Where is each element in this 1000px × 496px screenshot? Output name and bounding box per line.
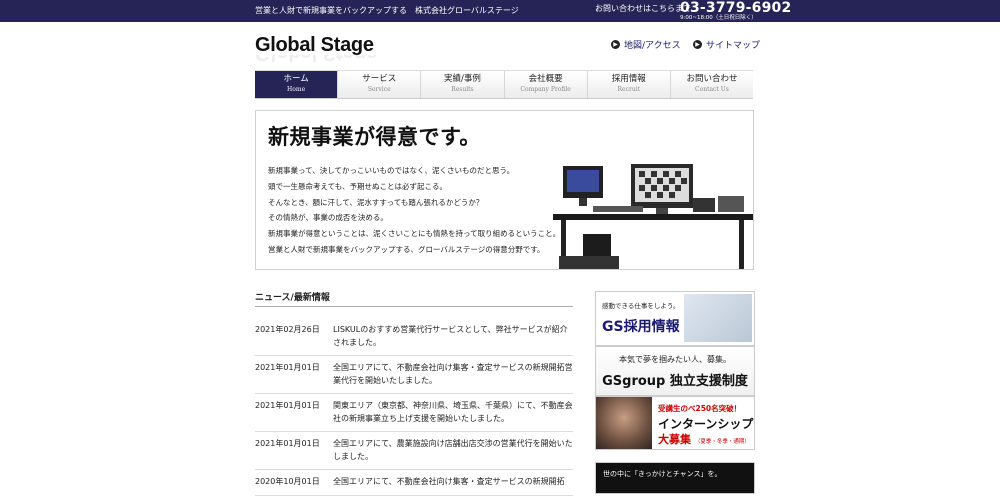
hero-line: 新規事業って、決してかっこいいものではなく、泥くさいものだと思う。	[268, 166, 515, 175]
news-text: 全国エリアにて、農業施設向け店舗出店交渉の営業代行を開始いたしました。	[333, 439, 573, 461]
intern-banner-title: インターンシップ	[658, 417, 754, 431]
nav-sublabel: Results	[451, 86, 474, 93]
person-photo	[596, 397, 652, 449]
news-item[interactable]: 2021年02月26日 LISKULのおすすめ営業代行サービスとして、弊社サービ…	[255, 318, 573, 356]
nav-sublabel: Home	[287, 86, 306, 93]
global-nav: ホーム Home サービス Service 実績/事例 Results 会社概要…	[255, 70, 753, 99]
intern-banner-recruit-label: 大募集	[658, 433, 691, 446]
intern-banner-recruit: 大募集 （夏季・冬季・通期）	[658, 431, 750, 447]
hero-line: 新規事業が得意ということは、泥くさいことにも情熱を持って取り組めるということ。	[268, 229, 561, 239]
news-date: 2021年01月01日	[255, 401, 320, 410]
recruit-banner-caption: 感動できる仕事をしよう。	[602, 302, 680, 310]
nav-label: ホーム	[283, 74, 309, 84]
nav-sublabel: Company Profile	[520, 86, 571, 93]
arrow-circle-icon: ▶	[693, 40, 702, 49]
header-tagline: 営業と人財で新規事業をバックアップする 株式会社グローバルステージ	[255, 6, 519, 15]
news-list: 2021年02月26日 LISKULのおすすめ営業代行サービスとして、弊社サービ…	[255, 318, 573, 496]
desk-computer-image	[553, 164, 753, 269]
hero-line: その情熱が、事業の成否を決める。	[268, 213, 388, 223]
hero-line: 営業と人財で新規事業をバックアップする、グローバルステージの得意分野です。	[268, 244, 545, 254]
nav-sublabel: Service	[367, 86, 391, 93]
news-date: 2020年10月01日	[255, 477, 320, 486]
news-text: 全国エリアにて、不動産会社向け集客・査定サービスの新規開拓営業代行を開始いたしま…	[333, 363, 573, 385]
nav-home[interactable]: ホーム Home	[255, 71, 339, 98]
nav-sublabel: Contact Us	[695, 86, 729, 93]
logo-reflection: Global Stage	[255, 55, 377, 63]
news-date: 2021年01月01日	[255, 363, 320, 372]
staff-group-photo	[684, 294, 752, 342]
hero-copy: 新規事業って、決してかっこいいものではなく、泥くさいものだと思う。 頭で一生懸命…	[268, 163, 560, 258]
recruit-banner-title: GS採用情報	[602, 319, 680, 335]
news-item[interactable]: 2021年01月01日 全国エリアにて、不動産会社向け集客・査定サービスの新規開…	[255, 356, 573, 394]
news-item[interactable]: 2021年01月01日 全国エリアにて、農業施設向け店舗出店交渉の営業代行を開始…	[255, 432, 573, 470]
arrow-circle-icon: ▶	[611, 40, 620, 49]
chance-banner[interactable]: 世の中に「きっかけとチャンス」を。	[595, 462, 755, 494]
news-text: 関東エリア（東京都、神奈川県、埼玉県、千葉県）にて、不動産会社の新規事業立ち上げ…	[333, 401, 573, 423]
nav-results[interactable]: 実績/事例 Results	[421, 71, 505, 98]
access-link-label: 地図/アクセス	[624, 41, 681, 51]
nav-sublabel: Recruit	[617, 86, 641, 93]
nav-contact[interactable]: お問い合わせ Contact Us	[671, 71, 753, 98]
nav-label: 実績/事例	[443, 74, 481, 84]
intern-banner-caption: 受講生のべ250名突破！	[658, 404, 742, 413]
nav-label: お問い合わせ	[686, 74, 738, 84]
hero-banner: 新規事業が得意です。 新規事業って、決してかっこいいものではなく、泥くさいものだ…	[255, 110, 754, 270]
support-banner-title: GSgroup 独立支援制度	[602, 374, 748, 389]
recruit-banner[interactable]: 感動できる仕事をしよう。 GS採用情報	[595, 291, 755, 346]
intern-banner-season: （夏季・冬季・通期）	[694, 439, 750, 445]
nav-service[interactable]: サービス Service	[338, 71, 422, 98]
independence-support-banner[interactable]: 本気で夢を掴みたい人、募集。 GSgroup 独立支援制度	[595, 346, 755, 396]
nav-recruit[interactable]: 採用情報 Recruit	[588, 71, 671, 98]
business-hours: 9:00~18:00（土日祝日除く）	[680, 15, 757, 21]
news-date: 2021年02月26日	[255, 325, 320, 334]
nav-company[interactable]: 会社概要 Company Profile	[505, 71, 588, 98]
top-bar: 営業と人財で新規事業をバックアップする 株式会社グローバルステージ お問い合わせ…	[0, 0, 1000, 22]
contact-label: お問い合わせはこちらまで	[595, 4, 691, 13]
logo-text: Global Stage	[255, 34, 374, 56]
news-date: 2021年01月01日	[255, 439, 320, 448]
hero-title: 新規事業が得意です。	[268, 125, 481, 149]
sitemap-link[interactable]: ▶ サイトマップ	[693, 38, 760, 51]
nav-label: 会社概要	[528, 74, 563, 84]
nav-label: 採用情報	[611, 74, 646, 84]
news-divider	[255, 306, 573, 307]
news-text: LISKULのおすすめ営業代行サービスとして、弊社サービスが紹介されました。	[333, 325, 568, 347]
news-heading: ニュース/最新情報	[255, 293, 330, 303]
news-item[interactable]: 2021年01月01日 関東エリア（東京都、神奈川県、埼玉県、千葉県）にて、不動…	[255, 394, 573, 432]
hero-line: そんなとき、額に汗して、泥水すすっても踏ん張れるかどうか？	[268, 197, 484, 207]
nav-label: サービス	[362, 74, 397, 84]
news-text: 全国エリアにて、不動産会社向け集客・査定サービスの新規開拓	[333, 477, 565, 486]
hero-line: 頭で一生懸命考えても、予期せぬことは必ず起こる。	[268, 181, 448, 191]
chance-banner-caption: 世の中に「きっかけとチャンス」を。	[603, 470, 722, 478]
sitemap-link-label: サイトマップ	[706, 41, 761, 51]
news-item[interactable]: 2020年10月01日 全国エリアにて、不動産会社向け集客・査定サービスの新規開…	[255, 470, 573, 496]
internship-banner[interactable]: 受講生のべ250名突破！ インターンシップ 大募集 （夏季・冬季・通期）	[595, 396, 755, 450]
support-banner-caption: 本気で夢を掴みたい人、募集。	[619, 355, 731, 364]
access-link[interactable]: ▶ 地図/アクセス	[611, 38, 681, 51]
site-logo[interactable]: Global Stage Global Stage	[255, 35, 377, 63]
